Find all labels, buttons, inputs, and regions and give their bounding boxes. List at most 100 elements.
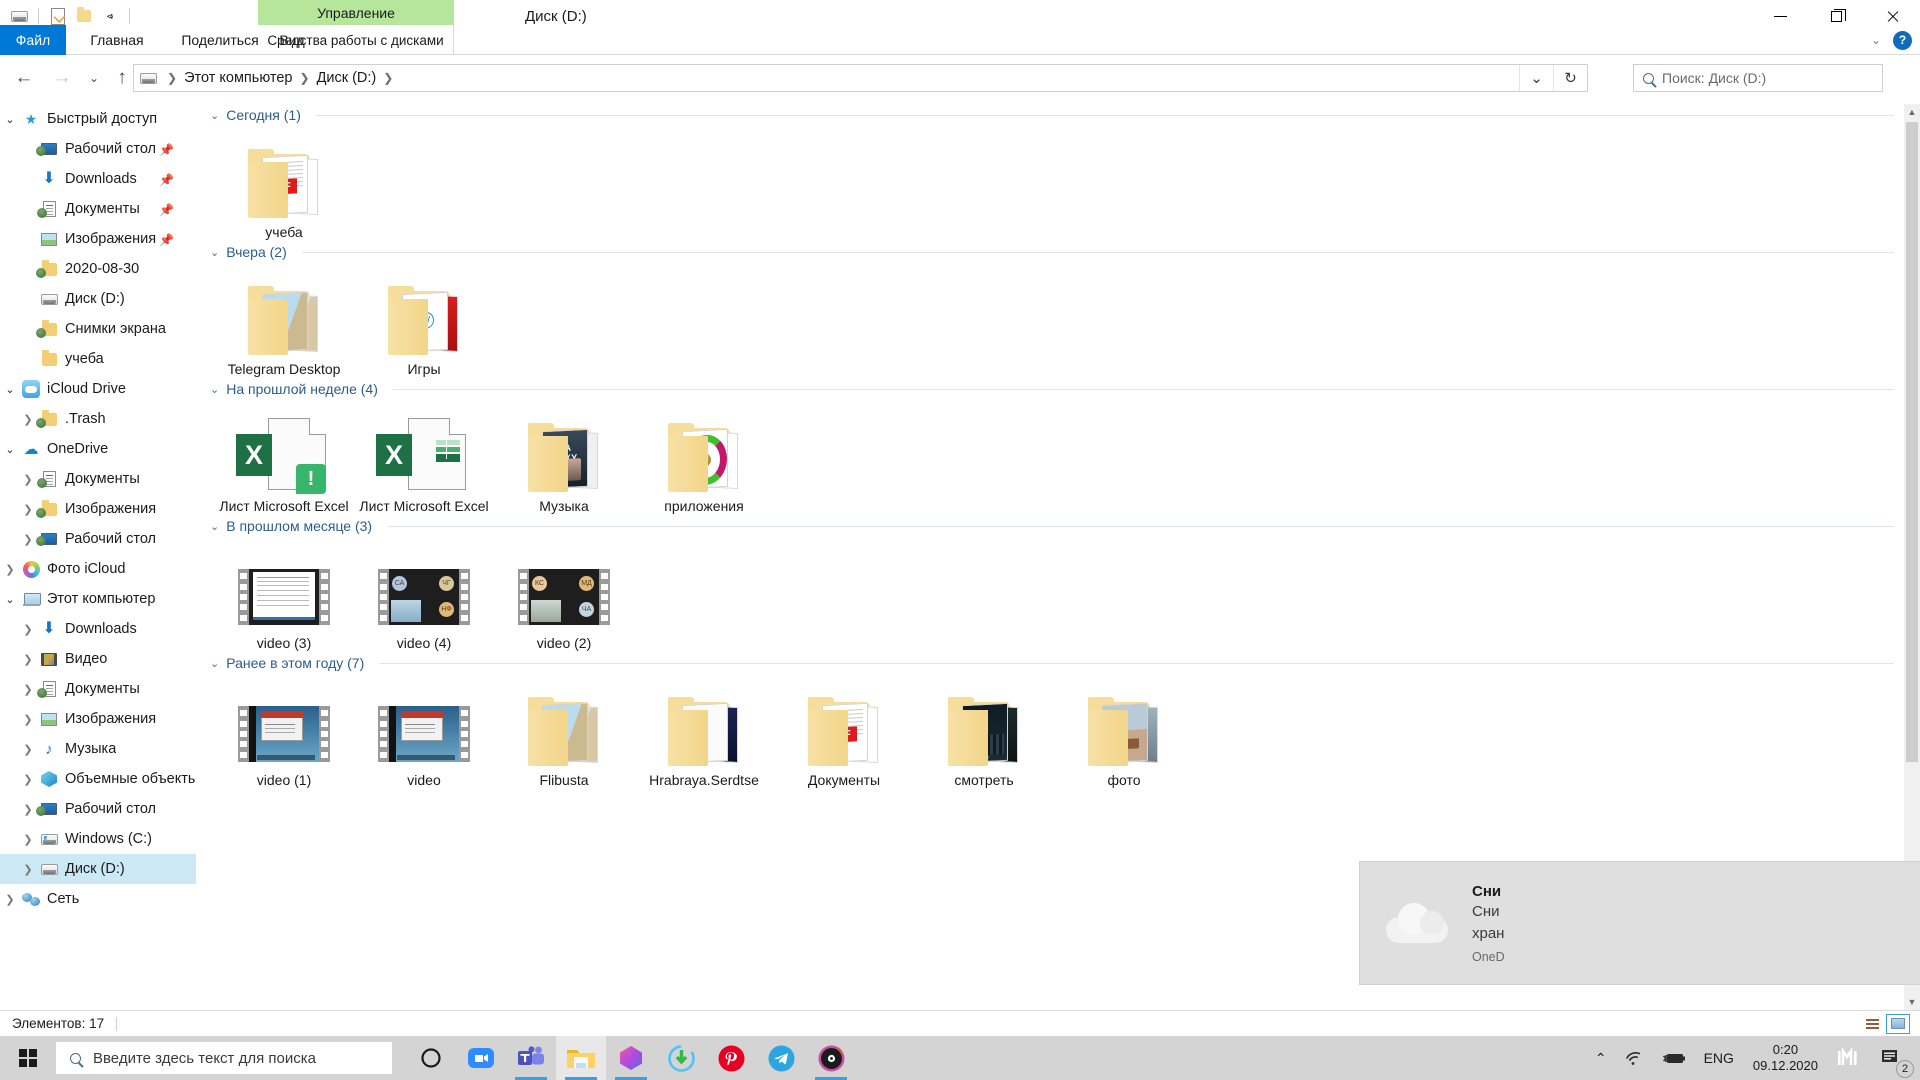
sidebar-item-8[interactable]: учеба [0,344,196,374]
address-dropdown-button[interactable]: ⌄ [1519,65,1553,91]
file-item[interactable]: X! Лист Microsoft Excel [214,400,354,515]
file-item[interactable]: CITY смотреть [914,674,1054,789]
file-item[interactable]: PDF Документы [774,674,914,789]
address-input[interactable]: ❯ Этот компьютер ❯ Диск (D:) ❯ ⌄ ↻ [133,64,1588,92]
pin-icon[interactable]: 📌 [159,203,174,217]
chevron-right-icon[interactable]: ❯ [18,533,38,546]
file-item[interactable]: Flibusta [494,674,634,789]
tab-file[interactable]: Файл [0,25,66,55]
action-center-button[interactable]: 2 [1872,1036,1914,1080]
sidebar-item-20[interactable]: ❯ Изображения [0,704,196,734]
chevron-right-icon[interactable]: ❯ [18,713,38,726]
sidebar-item-21[interactable]: ❯ ♪ Музыка [0,734,196,764]
chevron-right-icon[interactable]: ❯ [18,773,38,786]
chevron-down-icon[interactable]: ⌄ [0,443,20,456]
sidebar-item-22[interactable]: ❯ Объемные объекты [0,764,196,794]
sidebar-item-2[interactable]: ⬇ Downloads 📌 [0,164,196,194]
tab-home[interactable]: Главная [74,25,160,55]
sidebar-item-12[interactable]: ❯ Документы [0,464,196,494]
sidebar-item-26[interactable]: ❯ Сеть [0,884,196,914]
chevron-down-icon[interactable]: ⌄ [0,113,20,126]
taskbar-search-input[interactable]: Введите здесь текст для поиска [56,1042,392,1074]
file-item[interactable]: СА ЧГ НФ video (4) [354,537,494,652]
taskbar-cortana-icon[interactable] [406,1036,456,1080]
sidebar-item-15[interactable]: ❯ Фото iCloud [0,554,196,584]
chevron-right-icon[interactable]: ❯ [18,683,38,696]
imi-icon[interactable] [1828,1036,1872,1080]
sidebar-item-10[interactable]: ❯ .Trash [0,404,196,434]
file-item[interactable]: video (1) [214,674,354,789]
chevron-right-icon[interactable]: ❯ [18,653,38,666]
file-item[interactable]: video (3) [214,537,354,652]
battery-charging-icon[interactable] [1653,1036,1695,1080]
navigation-pane[interactable]: ⌄ ★ Быстрый доступ Рабочий стол 📌 ⬇ Downloads 📌… [0,104,196,1010]
sidebar-item-13[interactable]: ❯ Изображения [0,494,196,524]
file-item[interactable]: X Лист Microsoft Excel [354,400,494,515]
chevron-right-icon[interactable]: ❯ [18,503,38,516]
group-header[interactable]: ⌄ Вчера (2) [196,241,1904,263]
sidebar-item-1[interactable]: Рабочий стол 📌 [0,134,196,164]
sidebar-item-6[interactable]: Диск (D:) [0,284,196,314]
taskbar-download-manager-icon[interactable] [656,1036,706,1080]
file-item[interactable]: ЗА РУКУ Музыка [494,400,634,515]
wifi-icon[interactable] [1616,1036,1653,1080]
sidebar-item-23[interactable]: ❯ Рабочий стол [0,794,196,824]
file-item[interactable]: приложения [634,400,774,515]
group-header[interactable]: ⌄ На прошлой неделе (4) [196,378,1904,400]
group-header[interactable]: ⌄ Сегодня (1) [196,104,1904,126]
pin-icon[interactable]: 📌 [159,173,174,187]
sidebar-item-3[interactable]: Документы 📌 [0,194,196,224]
chevron-down-icon[interactable]: ⌄ [1871,33,1881,47]
start-button[interactable] [0,1036,56,1080]
breadcrumb-item-this-pc[interactable]: Этот компьютер [184,70,292,86]
sidebar-item-9[interactable]: ⌄ iCloud Drive [0,374,196,404]
group-header[interactable]: ⌄ Ранее в этом году (7) [196,652,1904,674]
clock[interactable]: 0:20 09.12.2020 [1743,1042,1828,1074]
details-view-button[interactable] [1860,1014,1884,1034]
back-button[interactable]: ← [10,64,38,92]
sidebar-item-16[interactable]: ⌄ Этот компьютер [0,584,196,614]
taskbar-media-player-icon[interactable] [806,1036,856,1080]
chevron-right-icon[interactable]: ❯ [0,563,20,576]
chevron-down-icon[interactable]: ⌄ [210,657,219,670]
search-input[interactable]: Поиск: Диск (D:) [1633,64,1883,92]
file-item[interactable]: W Игры [354,263,494,378]
file-item[interactable]: Telegram Desktop [214,263,354,378]
tab-drive-tools[interactable]: Средства работы с дисками [258,25,454,55]
scroll-up-arrow[interactable]: ▲ [1904,104,1920,120]
sidebar-item-7[interactable]: Снимки экрана [0,314,196,344]
chevron-right-icon[interactable]: ❯ [18,623,38,636]
sidebar-item-24[interactable]: ❯ Windows (C:) [0,824,196,854]
refresh-button[interactable]: ↻ [1553,65,1587,91]
chevron-right-icon[interactable]: ❯ [18,413,38,426]
pin-icon[interactable]: 📌 [159,233,174,247]
pin-icon[interactable]: 📌 [159,143,174,157]
language-indicator[interactable]: ENG [1695,1036,1743,1080]
group-header[interactable]: ⌄ В прошлом месяце (3) [196,515,1904,537]
chevron-right-icon[interactable]: ❯ [18,473,38,486]
file-item[interactable]: КС МД ЧА video (2) [494,537,634,652]
scrollbar-thumb[interactable] [1906,122,1918,762]
chevron-right-icon[interactable]: ❯ [18,743,38,756]
tab-share[interactable]: Поделиться [168,25,272,55]
sidebar-item-25[interactable]: ❯ Диск (D:) [0,854,196,884]
chevron-down-icon[interactable]: ⌄ [210,246,219,259]
chevron-down-icon[interactable]: ⌄ [210,109,219,122]
sidebar-item-11[interactable]: ⌄ ☁ OneDrive [0,434,196,464]
chevron-down-icon[interactable]: ⌄ [0,593,20,606]
file-item[interactable]: video [354,674,494,789]
tiles-view-button[interactable] [1886,1013,1910,1034]
taskbar-telegram-icon[interactable] [756,1036,806,1080]
up-button[interactable]: ↑ [108,64,136,92]
tray-overflow-button[interactable]: ⌃ [1586,1036,1616,1080]
sidebar-item-18[interactable]: ❯ Видео [0,644,196,674]
sidebar-item-19[interactable]: ❯ Документы [0,674,196,704]
file-item[interactable]: фото [1054,674,1194,789]
file-item[interactable]: PDF учеба [214,126,354,241]
sidebar-item-0[interactable]: ⌄ ★ Быстрый доступ [0,104,196,134]
sidebar-item-4[interactable]: Изображения 📌 [0,224,196,254]
contextual-tab-manage[interactable]: Управление [258,0,454,25]
taskbar-zoom-icon[interactable] [456,1036,506,1080]
sidebar-item-14[interactable]: ❯ Рабочий стол [0,524,196,554]
scroll-down-arrow[interactable]: ▼ [1904,994,1920,1010]
